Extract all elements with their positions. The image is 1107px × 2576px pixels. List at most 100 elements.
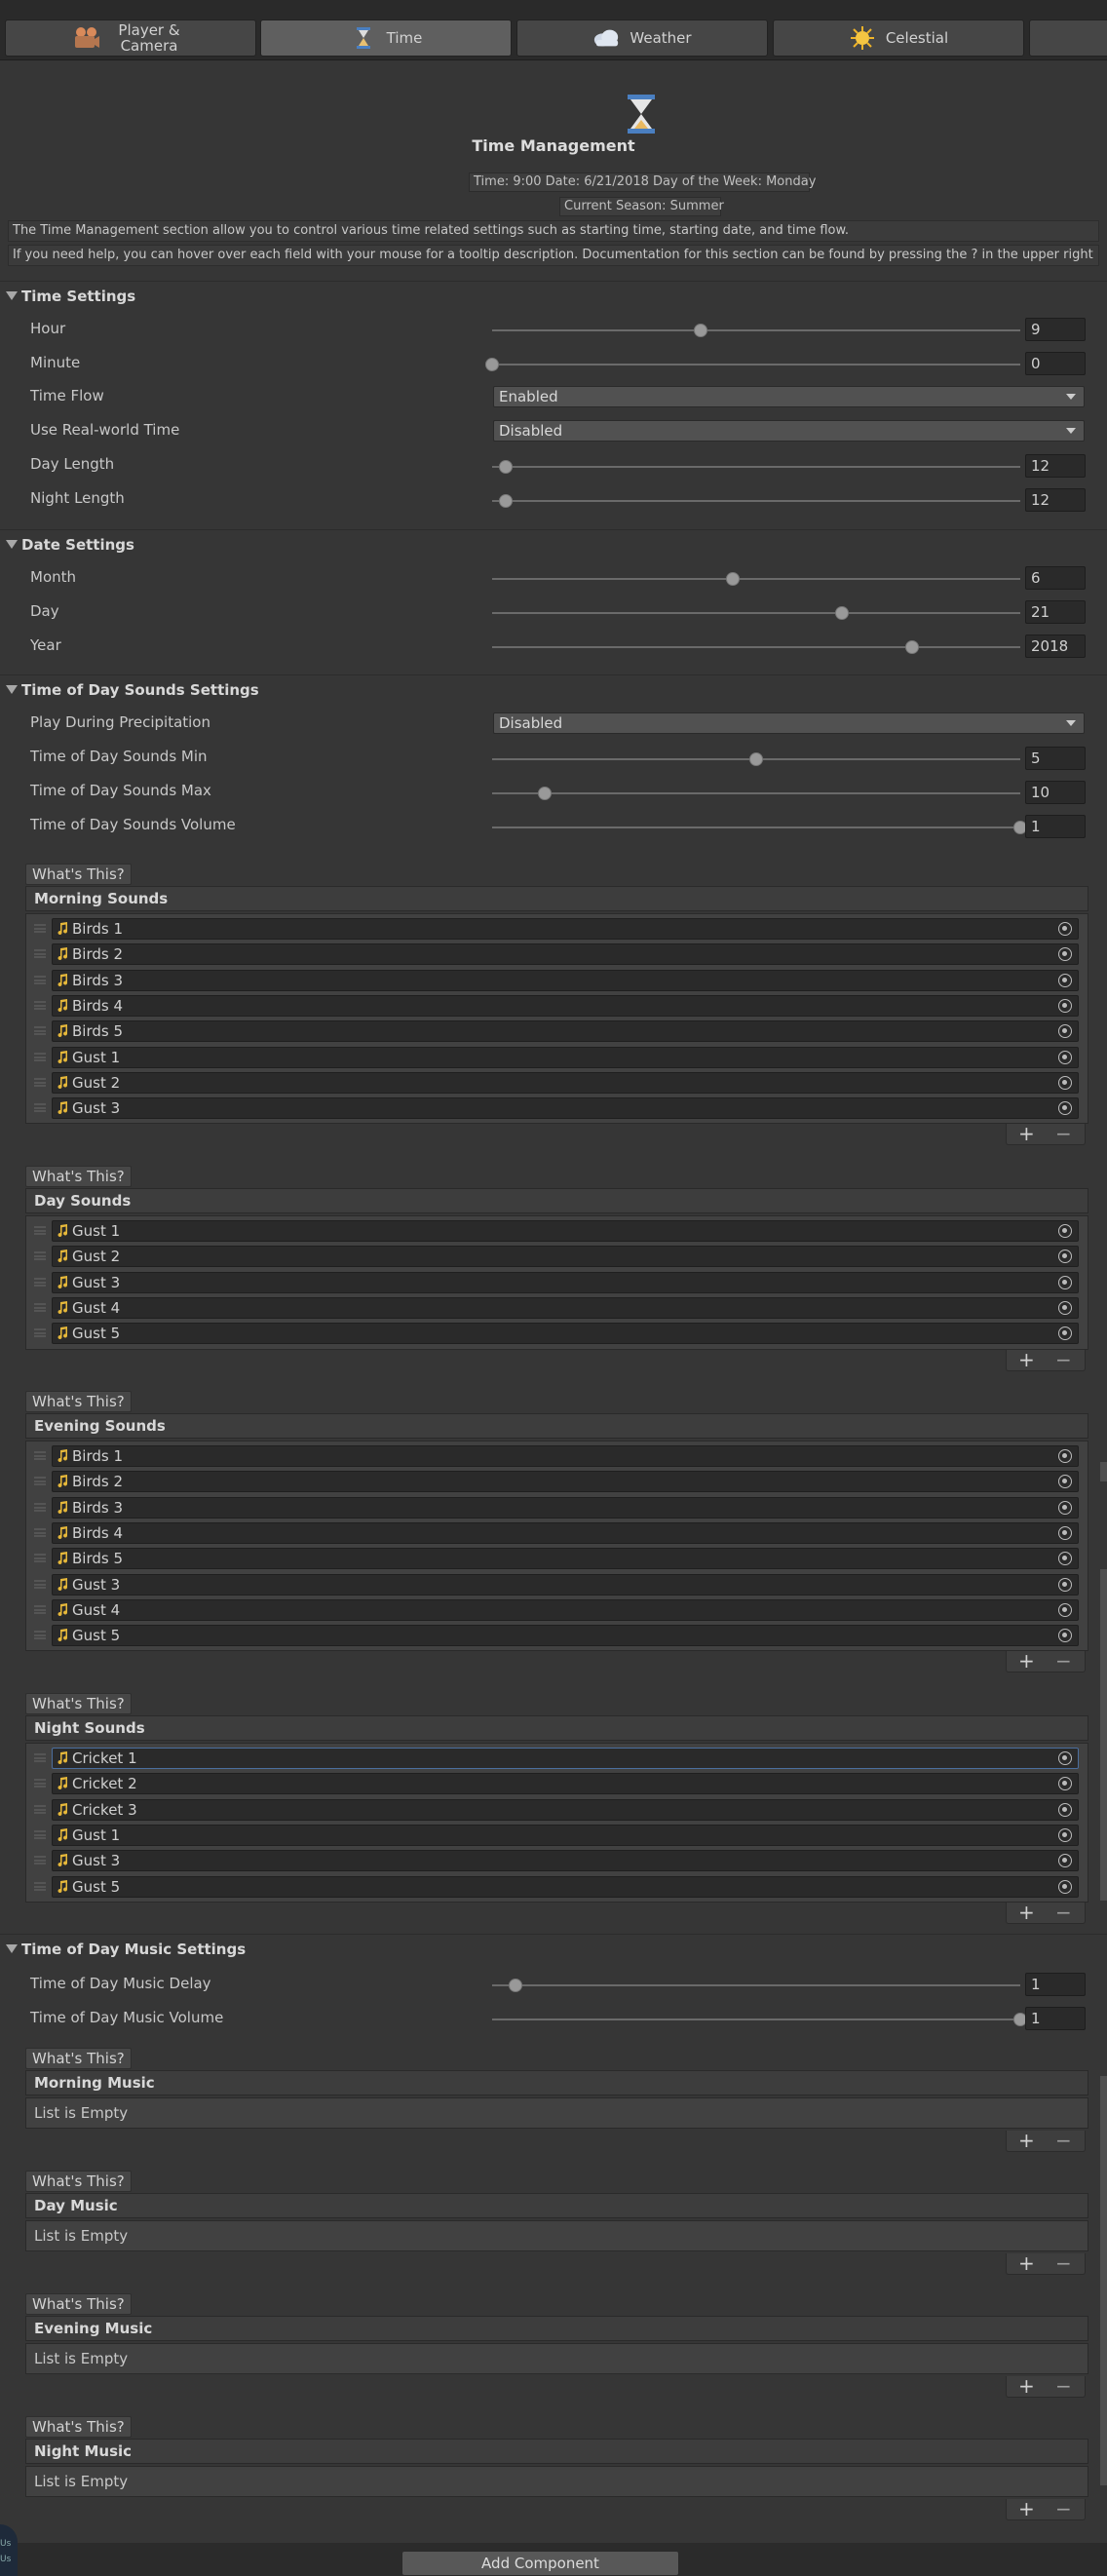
- list-item[interactable]: Gust 1: [32, 1219, 1079, 1243]
- tab-player-camera[interactable]: Player & Camera: [5, 19, 256, 57]
- whats-this-button[interactable]: What's This?: [25, 864, 132, 885]
- sounds-volume-field[interactable]: 1: [1025, 815, 1086, 838]
- drag-handle-icon[interactable]: [34, 1503, 46, 1512]
- list-item[interactable]: Birds 5: [32, 1019, 1079, 1043]
- object-picker-icon[interactable]: [1058, 1751, 1072, 1765]
- audio-clip-field[interactable]: Gust 4: [52, 1599, 1079, 1621]
- remove-item-button[interactable]: −: [1055, 2374, 1072, 2398]
- drag-handle-icon[interactable]: [34, 1753, 46, 1762]
- night-length-field[interactable]: 12: [1025, 488, 1086, 512]
- object-picker-icon[interactable]: [1058, 1449, 1072, 1463]
- audio-clip-field[interactable]: Gust 4: [52, 1297, 1079, 1319]
- sounds-max-slider[interactable]: [492, 787, 1020, 800]
- remove-item-button[interactable]: −: [1055, 1649, 1072, 1672]
- list-item[interactable]: Gust 2: [32, 1071, 1079, 1095]
- remove-item-button[interactable]: −: [1055, 2129, 1072, 2152]
- slider-thumb[interactable]: [509, 1979, 523, 1992]
- list-item[interactable]: Gust 1: [32, 1824, 1079, 1847]
- object-picker-icon[interactable]: [1058, 1051, 1072, 1064]
- object-picker-icon[interactable]: [1058, 1024, 1072, 1038]
- tab-weather[interactable]: Weather: [516, 19, 768, 57]
- slider-thumb[interactable]: [725, 572, 740, 586]
- list-item[interactable]: Cricket 1: [32, 1747, 1079, 1770]
- slider-thumb[interactable]: [538, 787, 553, 800]
- drag-handle-icon[interactable]: [34, 1451, 46, 1460]
- list-item[interactable]: Gust 2: [32, 1245, 1079, 1268]
- drag-handle-icon[interactable]: [34, 1856, 46, 1865]
- drag-handle-icon[interactable]: [34, 1328, 46, 1337]
- object-picker-icon[interactable]: [1058, 974, 1072, 987]
- object-picker-icon[interactable]: [1058, 1803, 1072, 1817]
- audio-clip-field[interactable]: Birds 4: [52, 1522, 1079, 1544]
- audio-clip-field[interactable]: Birds 4: [52, 995, 1079, 1017]
- audio-clip-field[interactable]: Gust 2: [52, 1246, 1079, 1267]
- audio-clip-field[interactable]: Gust 1: [52, 1825, 1079, 1846]
- audio-clip-field[interactable]: Birds 2: [52, 1471, 1079, 1492]
- drag-handle-icon[interactable]: [34, 1882, 46, 1891]
- list-item[interactable]: Birds 4: [32, 994, 1079, 1018]
- add-item-button[interactable]: +: [1018, 2374, 1035, 2398]
- drag-handle-icon[interactable]: [34, 1554, 46, 1562]
- object-picker-icon[interactable]: [1058, 1224, 1072, 1238]
- drag-handle-icon[interactable]: [34, 1278, 46, 1287]
- list-item[interactable]: Birds 1: [32, 1444, 1079, 1468]
- month-field[interactable]: 6: [1025, 566, 1086, 590]
- list-item[interactable]: Cricket 3: [32, 1798, 1079, 1822]
- list-item[interactable]: Birds 3: [32, 969, 1079, 992]
- day-field[interactable]: 21: [1025, 600, 1086, 624]
- slider-thumb[interactable]: [485, 358, 499, 371]
- music-volume-field[interactable]: 1: [1025, 2007, 1086, 2030]
- date-settings-header[interactable]: Date Settings: [0, 529, 1107, 558]
- tod-music-header[interactable]: Time of Day Music Settings: [0, 1934, 1107, 1963]
- list-item[interactable]: Gust 3: [32, 1849, 1079, 1872]
- whats-this-button[interactable]: What's This?: [25, 2416, 132, 2438]
- audio-clip-field[interactable]: Birds 3: [52, 1497, 1079, 1519]
- object-picker-icon[interactable]: [1058, 1552, 1072, 1565]
- list-item[interactable]: Gust 5: [32, 1875, 1079, 1899]
- object-picker-icon[interactable]: [1058, 922, 1072, 936]
- drag-handle-icon[interactable]: [34, 1053, 46, 1061]
- list-item[interactable]: Birds 2: [32, 1470, 1079, 1493]
- add-item-button[interactable]: +: [1018, 1649, 1035, 1672]
- drag-handle-icon[interactable]: [34, 1477, 46, 1485]
- tod-sounds-header[interactable]: Time of Day Sounds Settings: [0, 674, 1107, 704]
- year-field[interactable]: 2018: [1025, 634, 1086, 658]
- remove-item-button[interactable]: −: [1055, 1901, 1072, 1924]
- audio-clip-field[interactable]: Birds 5: [52, 1020, 1079, 1042]
- audio-clip-field[interactable]: Gust 3: [52, 1272, 1079, 1293]
- drag-handle-icon[interactable]: [34, 1605, 46, 1614]
- time-settings-header[interactable]: Time Settings: [0, 281, 1107, 310]
- object-picker-icon[interactable]: [1058, 1501, 1072, 1515]
- list-item[interactable]: Birds 2: [32, 942, 1079, 966]
- object-picker-icon[interactable]: [1058, 1777, 1072, 1790]
- music-delay-slider[interactable]: [492, 1979, 1020, 1992]
- audio-clip-field[interactable]: Birds 1: [52, 918, 1079, 940]
- audio-clip-field[interactable]: Gust 1: [52, 1220, 1079, 1242]
- list-item[interactable]: Gust 5: [32, 1624, 1079, 1647]
- audio-clip-field[interactable]: Birds 2: [52, 943, 1079, 965]
- drag-handle-icon[interactable]: [34, 1226, 46, 1235]
- hour-field[interactable]: 9: [1025, 318, 1086, 341]
- slider-thumb[interactable]: [498, 494, 513, 508]
- sounds-max-field[interactable]: 10: [1025, 781, 1086, 804]
- minute-slider[interactable]: [485, 358, 1020, 371]
- add-item-button[interactable]: +: [1018, 2129, 1035, 2152]
- add-item-button[interactable]: +: [1018, 2251, 1035, 2275]
- object-picker-icon[interactable]: [1058, 1526, 1072, 1540]
- list-item[interactable]: Gust 1: [32, 1046, 1079, 1069]
- scrollbar[interactable]: [1100, 2076, 1107, 2485]
- add-item-button[interactable]: +: [1018, 1348, 1035, 1371]
- list-item[interactable]: Birds 5: [32, 1547, 1079, 1570]
- audio-clip-field[interactable]: Gust 1: [52, 1047, 1079, 1068]
- audio-clip-field[interactable]: Gust 3: [52, 1574, 1079, 1596]
- drag-handle-icon[interactable]: [34, 1805, 46, 1814]
- slider-thumb[interactable]: [498, 460, 513, 474]
- day-slider[interactable]: [492, 606, 1020, 620]
- scrollbar[interactable]: [1100, 1569, 1107, 1901]
- audio-clip-field[interactable]: Gust 3: [52, 1097, 1079, 1119]
- drag-handle-icon[interactable]: [34, 976, 46, 984]
- audio-clip-field[interactable]: Birds 5: [52, 1548, 1079, 1569]
- month-slider[interactable]: [492, 572, 1020, 586]
- drag-handle-icon[interactable]: [34, 924, 46, 933]
- object-picker-icon[interactable]: [1058, 1475, 1072, 1488]
